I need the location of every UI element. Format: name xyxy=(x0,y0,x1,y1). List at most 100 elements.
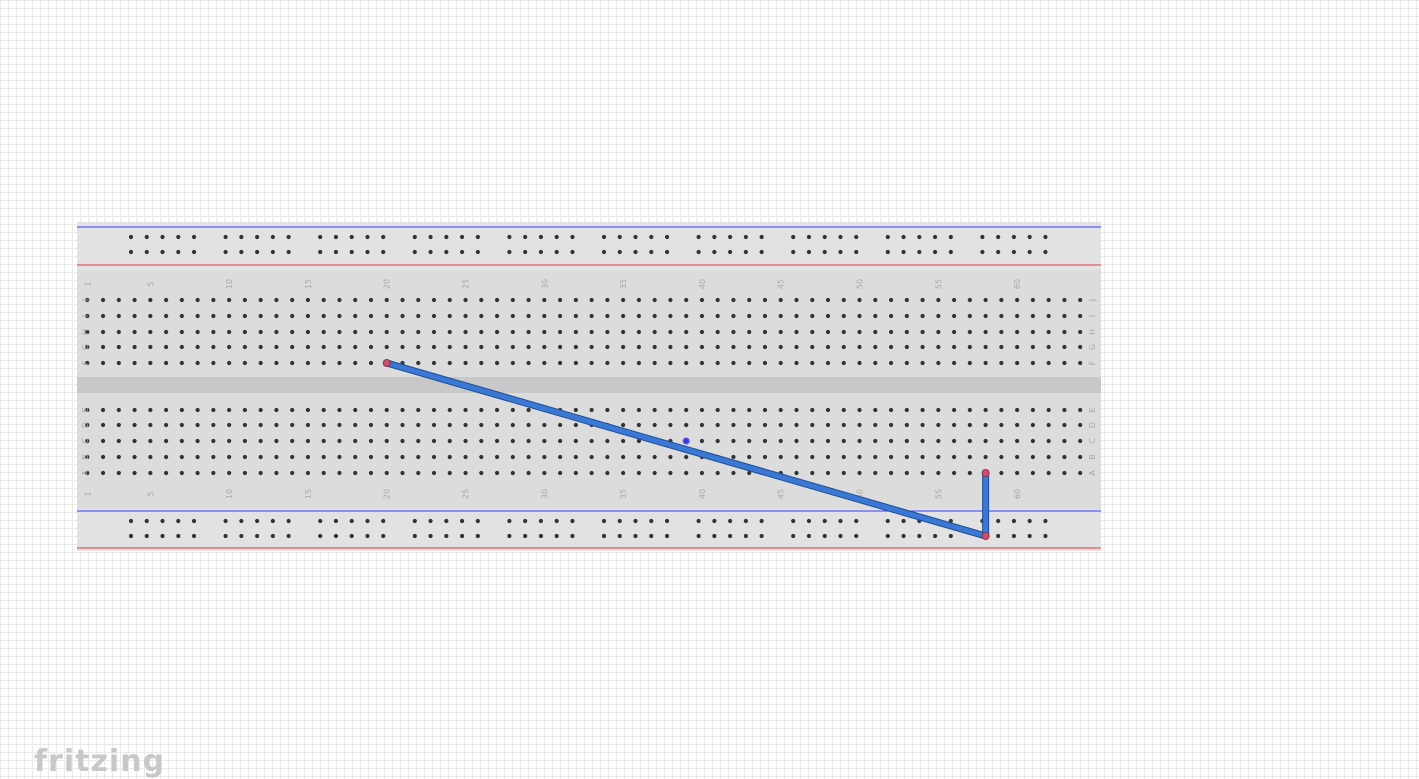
hole[interactable] xyxy=(967,360,972,366)
hole[interactable] xyxy=(100,422,106,428)
rail-hole[interactable] xyxy=(996,234,1001,240)
rail-hole[interactable] xyxy=(633,234,638,240)
hole[interactable] xyxy=(227,470,232,476)
hole[interactable] xyxy=(353,297,358,303)
rail-hole[interactable] xyxy=(664,249,670,255)
rail-hole[interactable] xyxy=(932,533,938,539)
hole[interactable] xyxy=(857,344,862,350)
hole[interactable] xyxy=(510,313,515,319)
hole[interactable] xyxy=(148,360,153,366)
rail-hole[interactable] xyxy=(223,533,228,539)
hole[interactable] xyxy=(416,313,421,319)
hole[interactable] xyxy=(558,329,563,335)
hole[interactable] xyxy=(715,422,720,428)
hole[interactable] xyxy=(542,344,547,350)
hole[interactable] xyxy=(321,438,326,444)
hole[interactable] xyxy=(242,422,247,428)
hole[interactable] xyxy=(778,422,783,428)
hole[interactable] xyxy=(952,407,957,413)
hole[interactable] xyxy=(227,360,232,366)
rail-hole[interactable] xyxy=(239,234,244,240)
hole[interactable] xyxy=(368,344,374,350)
hole[interactable] xyxy=(479,329,484,335)
hole[interactable] xyxy=(1015,470,1020,476)
rail-hole[interactable] xyxy=(791,533,796,539)
hole[interactable] xyxy=(1078,407,1083,413)
rail-hole[interactable] xyxy=(128,249,134,255)
rail-hole[interactable] xyxy=(822,234,827,240)
wire-end-connector[interactable] xyxy=(981,468,990,477)
hole[interactable] xyxy=(321,407,326,413)
hole[interactable] xyxy=(920,313,925,319)
hole[interactable] xyxy=(1030,438,1035,444)
hole[interactable] xyxy=(1062,329,1067,335)
rail-hole[interactable] xyxy=(822,249,827,255)
hole[interactable] xyxy=(479,297,484,303)
rail-hole[interactable] xyxy=(365,234,370,240)
hole[interactable] xyxy=(1015,438,1020,444)
hole[interactable] xyxy=(605,313,610,319)
hole[interactable] xyxy=(1015,313,1020,319)
rail-hole[interactable] xyxy=(649,234,654,240)
rail-hole[interactable] xyxy=(144,533,149,539)
hole[interactable] xyxy=(258,454,263,460)
hole[interactable] xyxy=(274,360,279,366)
rail-hole[interactable] xyxy=(917,234,922,240)
hole[interactable] xyxy=(715,329,720,335)
hole[interactable] xyxy=(1030,360,1035,366)
hole[interactable] xyxy=(447,438,452,444)
rail-hole[interactable] xyxy=(270,518,275,524)
hole[interactable] xyxy=(573,407,578,413)
rail-hole[interactable] xyxy=(601,249,607,255)
hole[interactable] xyxy=(762,297,768,303)
hole[interactable] xyxy=(542,470,547,476)
hole[interactable] xyxy=(731,470,736,476)
hole[interactable] xyxy=(952,344,957,350)
hole[interactable] xyxy=(589,313,594,319)
hole[interactable] xyxy=(888,422,894,428)
hole[interactable] xyxy=(825,297,831,303)
hole[interactable] xyxy=(148,344,153,350)
hole[interactable] xyxy=(100,470,106,476)
hole[interactable] xyxy=(952,454,957,460)
rail-hole[interactable] xyxy=(318,234,323,240)
rail-hole[interactable] xyxy=(996,518,1001,524)
hole[interactable] xyxy=(542,438,547,444)
rail-hole[interactable] xyxy=(286,234,291,240)
hole[interactable] xyxy=(274,297,279,303)
hole[interactable] xyxy=(1062,360,1067,366)
hole[interactable] xyxy=(321,313,326,319)
hole[interactable] xyxy=(999,454,1004,460)
hole[interactable] xyxy=(873,360,878,366)
hole[interactable] xyxy=(920,329,925,335)
hole[interactable] xyxy=(227,407,232,413)
hole[interactable] xyxy=(132,422,137,428)
rail-hole[interactable] xyxy=(349,249,354,255)
rail-hole[interactable] xyxy=(475,533,480,539)
hole[interactable] xyxy=(353,470,358,476)
hole[interactable] xyxy=(952,422,957,428)
hole[interactable] xyxy=(384,422,389,428)
rail-hole[interactable] xyxy=(349,518,354,524)
hole[interactable] xyxy=(526,360,531,366)
hole[interactable] xyxy=(888,454,894,460)
hole[interactable] xyxy=(762,344,768,350)
hole[interactable] xyxy=(526,422,531,428)
hole[interactable] xyxy=(936,422,941,428)
hole[interactable] xyxy=(810,407,815,413)
rail-hole[interactable] xyxy=(412,234,417,240)
hole[interactable] xyxy=(636,313,642,319)
hole[interactable] xyxy=(967,407,972,413)
hole[interactable] xyxy=(589,329,594,335)
hole[interactable] xyxy=(589,438,594,444)
hole[interactable] xyxy=(290,344,295,350)
hole[interactable] xyxy=(116,422,121,428)
hole[interactable] xyxy=(589,454,594,460)
hole[interactable] xyxy=(510,329,515,335)
rail-hole[interactable] xyxy=(554,249,559,255)
hole[interactable] xyxy=(904,313,909,319)
hole[interactable] xyxy=(699,407,705,413)
hole[interactable] xyxy=(179,297,184,303)
rail-hole[interactable] xyxy=(601,518,607,524)
rail-hole[interactable] xyxy=(601,533,607,539)
